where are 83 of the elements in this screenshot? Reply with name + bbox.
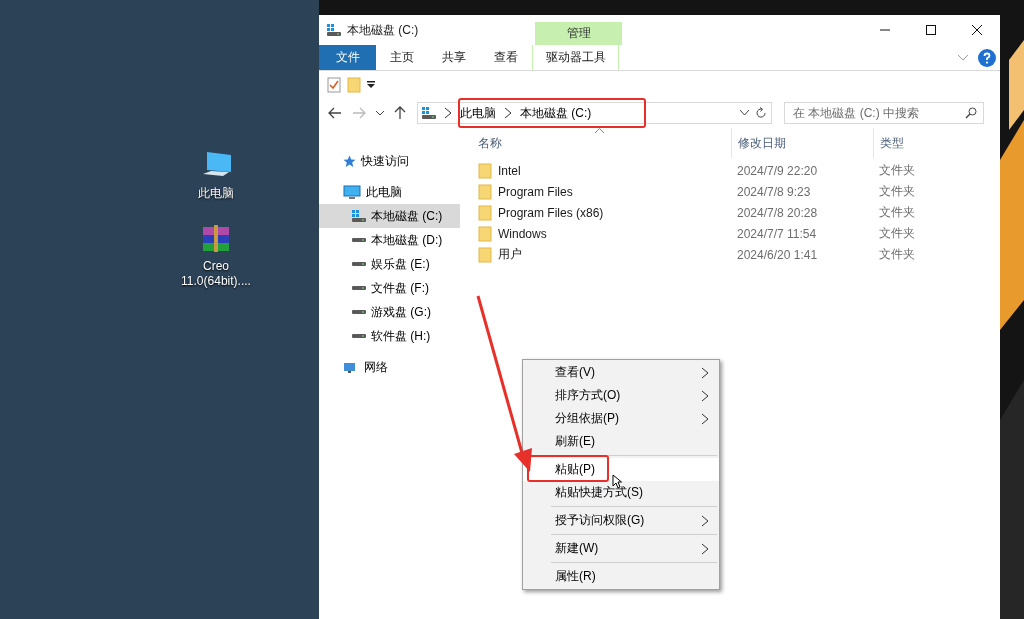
file-name[interactable]: 用户 [498, 246, 522, 263]
file-type: 文件夹 [879, 246, 915, 263]
nav-item[interactable]: 网络 [319, 355, 460, 379]
window-title: 本地磁盘 (C:) [347, 21, 419, 39]
file-name[interactable]: Windows [498, 226, 547, 241]
drive-icon [352, 210, 366, 222]
chevron-icon [701, 389, 709, 402]
file-type: 文件夹 [879, 225, 915, 242]
chevron-down-icon [376, 110, 384, 116]
file-type: 文件夹 [879, 183, 915, 200]
menu-item[interactable]: 粘贴快捷方式(S) [523, 481, 719, 504]
ribbon-tab[interactable]: 文件 [319, 45, 376, 70]
menu-item[interactable]: 刷新(E) [523, 430, 719, 453]
modified-date: 2024/7/8 9:23 [737, 184, 811, 199]
expand-ribbon-icon[interactable] [958, 54, 968, 61]
refresh-icon[interactable] [755, 107, 767, 119]
chevron-icon [504, 107, 512, 119]
chevron-icon [701, 542, 709, 555]
maximize-icon [926, 25, 936, 35]
file-type: 文件夹 [879, 204, 915, 221]
chevron-icon [444, 107, 452, 119]
drive-icon [327, 24, 341, 36]
help-icon[interactable] [978, 48, 996, 67]
nav-item[interactable]: 文件盘 (F:) [319, 276, 460, 300]
nav-item[interactable]: 游戏盘 (G:) [319, 300, 460, 324]
ribbon-tab[interactable]: 查看 [480, 45, 532, 70]
file-name[interactable]: Program Files [498, 184, 573, 199]
column-header[interactable]: 修改日期 [738, 134, 786, 152]
chevron-icon [701, 514, 709, 527]
ribbon-tab[interactable]: 主页 [376, 45, 428, 70]
chevron-icon [701, 412, 709, 425]
file-name[interactable]: Program Files (x86) [498, 205, 604, 220]
desktop-icon-label[interactable]: 此电脑 [171, 186, 261, 201]
folder-icon [478, 183, 492, 200]
customize-toolbar-icon[interactable] [367, 80, 375, 89]
drive-icon [422, 107, 436, 119]
breadcrumb[interactable]: 本地磁盘 (C:) [520, 104, 592, 122]
menu-item[interactable]: 粘贴(P) [523, 458, 719, 481]
file-name[interactable]: Intel [498, 163, 521, 178]
drive-icon [352, 286, 366, 290]
close-icon [972, 25, 982, 35]
minimize-icon [880, 29, 890, 31]
chevron-icon [701, 366, 709, 379]
menu-item[interactable]: 查看(V) [523, 361, 719, 384]
modified-date: 2024/7/9 22:20 [737, 163, 818, 178]
drive-icon [352, 262, 366, 266]
file-type: 文件夹 [879, 162, 915, 179]
search-icon [965, 107, 977, 119]
folder-icon [478, 162, 492, 179]
computer-icon [343, 184, 361, 200]
modified-date: 2024/6/20 1:41 [737, 247, 818, 262]
modified-date: 2024/7/8 20:28 [737, 205, 818, 220]
menu-item[interactable]: 新建(W) [523, 537, 719, 560]
nav-item[interactable]: 本地磁盘 (D:) [319, 228, 460, 252]
nav-item[interactable]: 软件盘 (H:) [319, 324, 460, 348]
properties-icon[interactable] [327, 76, 341, 93]
desktop-icon-label[interactable]: Creo 11.0(64bit).... [171, 259, 261, 289]
nav-item[interactable]: 本地磁盘 (C:) [319, 204, 460, 228]
folder-icon [478, 246, 492, 263]
folder-icon [478, 204, 492, 221]
ribbon-tab[interactable]: 共享 [428, 45, 480, 70]
search-field[interactable]: 在 本地磁盘 (C:) 中搜索 [784, 102, 984, 124]
nav-item[interactable]: 快速访问 [319, 149, 460, 173]
column-header[interactable]: 类型 [880, 134, 904, 152]
breadcrumb[interactable]: 此电脑 [460, 104, 496, 122]
nav-item[interactable]: 此电脑 [319, 180, 460, 204]
ribbon-tab[interactable]: 驱动器工具 [532, 45, 619, 70]
drive-icon [352, 238, 366, 242]
context-tab-group: 管理 [535, 22, 622, 45]
star-icon [343, 154, 356, 168]
recent-locations-button[interactable] [373, 108, 387, 118]
menu-item[interactable]: 排序方式(O) [523, 384, 719, 407]
column-header[interactable]: 名称 [478, 135, 502, 150]
menu-item[interactable]: 属性(R) [523, 565, 719, 588]
dropdown-icon[interactable] [740, 110, 749, 116]
menu-item[interactable]: 授予访问权限(G) [523, 509, 719, 532]
drive-icon [352, 310, 366, 314]
drive-icon [352, 334, 366, 338]
modified-date: 2024/7/7 11:54 [737, 226, 817, 241]
nav-item[interactable]: 娱乐盘 (E:) [319, 252, 460, 276]
menu-item[interactable]: 分组依据(P) [523, 407, 719, 430]
folder-icon [478, 225, 492, 242]
address-bar[interactable]: 此电脑 本地磁盘 (C:) [417, 102, 772, 124]
